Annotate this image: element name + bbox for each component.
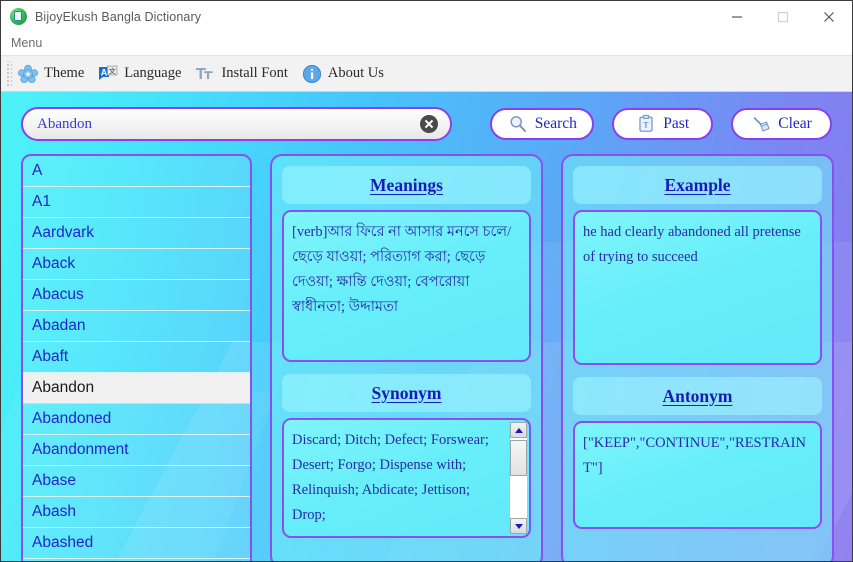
example-antonym-panel: Example he had clearly abandoned all pre… [561,154,834,561]
synonym-header: Synonym [282,374,531,412]
search-button[interactable]: Search [490,108,595,140]
antonym-header: Antonym [573,377,822,415]
scroll-down-button[interactable] [510,518,527,534]
clear-circle-x-icon[interactable] [420,115,439,133]
list-item[interactable]: Aardvark [23,218,250,249]
search-input[interactable]: Abandon [21,107,453,141]
list-item[interactable]: Abandoned [23,404,250,435]
list-item[interactable]: Aback [23,249,250,280]
window-title: BijoyEkush Bangla Dictionary [35,9,202,24]
scroll-track[interactable] [510,438,527,518]
list-item[interactable]: A1 [23,187,250,218]
past-button-label: Past [663,115,690,132]
clear-button[interactable]: Clear [731,108,832,140]
flower-star-icon [18,64,38,83]
toolbar-grip[interactable] [5,60,12,87]
toolbar-label-language: Language [124,65,182,81]
svg-text:文: 文 [109,66,116,75]
clear-button-label: Clear [778,115,812,132]
list-item[interactable]: Abacus [23,280,250,311]
antonym-textbox[interactable]: ["KEEP","CONTINUE","RESTRAINT"] [573,421,822,529]
search-row: Abandon Search T Past Clear [21,106,832,142]
list-item[interactable]: Abash [23,497,250,528]
columns: A A1 Aardvark Aback Abacus Abadan Abaft … [21,154,834,561]
example-header: Example [573,166,822,204]
synonym-title: Synonym [371,382,442,403]
menu-bar: Menu [1,32,852,55]
dictionary-book-icon [10,8,27,25]
example-title: Example [664,174,731,195]
broom-icon [753,117,770,132]
past-button[interactable]: T Past [612,108,714,140]
toolbar-label-about-us: About Us [327,65,384,81]
svg-text:A: A [101,67,108,77]
title-bar: BijoyEkush Bangla Dictionary [1,1,852,32]
magnifier-icon [510,116,526,132]
synonym-text: Discard; Ditch; Defect; Forswear; Desert… [292,432,489,523]
application-window: BijoyEkush Bangla Dictionary Menu Theme … [0,0,853,562]
toolbar: Theme A 文 Language Install Font About Us [1,55,852,92]
font-tt-icon [196,67,214,79]
toolbar-label-theme: Theme [44,65,85,81]
word-list[interactable]: A A1 Aardvark Aback Abacus Abadan Abaft … [21,154,252,561]
example-textbox[interactable]: he had clearly abandoned all pretense of… [573,210,822,365]
toolbar-label-install-font: Install Font [221,65,288,81]
clipboard-icon: T [639,114,653,132]
antonym-title: Antonym [662,385,733,406]
meanings-title: Meanings [370,174,443,195]
info-circle-icon [302,64,321,83]
search-button-label: Search [534,115,577,132]
menu-item-menu[interactable]: Menu [1,32,50,55]
list-item[interactable]: Abashed [23,528,250,559]
meanings-synonym-panel: Meanings [verb]আর ফিরে না আসার মনসে চলে/… [270,154,543,561]
toolbar-button-about-us[interactable]: About Us [296,59,392,89]
caret-up-icon [514,427,523,433]
list-item[interactable]: Abandonment [23,435,250,466]
synonym-textbox[interactable]: Discard; Ditch; Defect; Forswear; Desert… [282,418,531,538]
search-input-value: Abandon [37,115,92,132]
close-icon[interactable] [806,1,852,32]
scroll-up-button[interactable] [510,422,527,438]
list-item[interactable]: Abaft [23,342,250,373]
list-item[interactable]: Abase [23,466,250,497]
content-area: Abandon Search T Past Clear A A1 Aardvar… [1,92,852,561]
meanings-textbox[interactable]: [verb]আর ফিরে না আসার মনসে চলে/ ছেড়ে যা… [282,210,531,362]
svg-text:T: T [644,121,649,130]
maximize-icon[interactable] [760,1,806,32]
meanings-header: Meanings [282,166,531,204]
toolbar-button-theme[interactable]: Theme [12,59,92,89]
list-item[interactable]: A [23,156,250,187]
toolbar-button-install-font[interactable]: Install Font [189,59,295,89]
list-item[interactable]: Abadan [23,311,250,342]
window-controls [714,1,852,32]
synonym-scrollbar[interactable] [509,422,527,534]
minimize-icon[interactable] [714,1,760,32]
toolbar-button-language[interactable]: A 文 Language [92,59,189,89]
caret-down-icon [514,523,523,529]
scroll-thumb[interactable] [510,440,527,476]
list-item-selected[interactable]: Abandon [23,373,250,404]
translate-a-icon: A 文 [99,65,118,80]
